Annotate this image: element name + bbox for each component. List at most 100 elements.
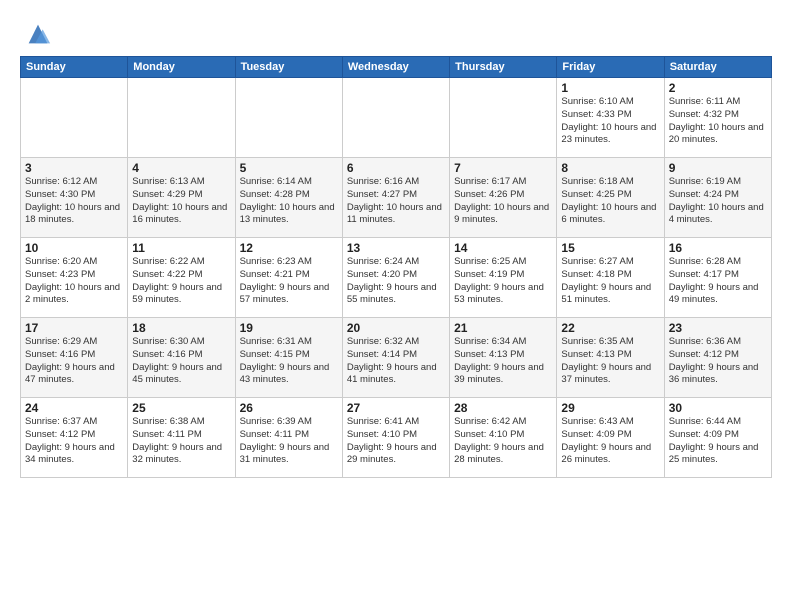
logo-icon bbox=[24, 20, 52, 48]
day-number: 28 bbox=[454, 401, 552, 415]
weekday-header: Friday bbox=[557, 57, 664, 78]
day-info: Sunrise: 6:27 AM Sunset: 4:18 PM Dayligh… bbox=[561, 256, 659, 307]
day-info: Sunrise: 6:34 AM Sunset: 4:13 PM Dayligh… bbox=[454, 336, 552, 387]
calendar-week-row: 24Sunrise: 6:37 AM Sunset: 4:12 PM Dayli… bbox=[21, 398, 772, 478]
calendar-cell: 25Sunrise: 6:38 AM Sunset: 4:11 PM Dayli… bbox=[128, 398, 235, 478]
day-number: 9 bbox=[669, 161, 767, 175]
day-info: Sunrise: 6:17 AM Sunset: 4:26 PM Dayligh… bbox=[454, 176, 552, 227]
calendar-cell: 18Sunrise: 6:30 AM Sunset: 4:16 PM Dayli… bbox=[128, 318, 235, 398]
day-info: Sunrise: 6:43 AM Sunset: 4:09 PM Dayligh… bbox=[561, 416, 659, 467]
calendar-cell bbox=[342, 78, 449, 158]
calendar-week-row: 17Sunrise: 6:29 AM Sunset: 4:16 PM Dayli… bbox=[21, 318, 772, 398]
day-number: 13 bbox=[347, 241, 445, 255]
day-info: Sunrise: 6:39 AM Sunset: 4:11 PM Dayligh… bbox=[240, 416, 338, 467]
day-number: 15 bbox=[561, 241, 659, 255]
day-number: 21 bbox=[454, 321, 552, 335]
calendar-cell: 19Sunrise: 6:31 AM Sunset: 4:15 PM Dayli… bbox=[235, 318, 342, 398]
calendar-cell bbox=[235, 78, 342, 158]
day-info: Sunrise: 6:42 AM Sunset: 4:10 PM Dayligh… bbox=[454, 416, 552, 467]
weekday-header: Monday bbox=[128, 57, 235, 78]
calendar: SundayMondayTuesdayWednesdayThursdayFrid… bbox=[20, 56, 772, 478]
calendar-cell: 21Sunrise: 6:34 AM Sunset: 4:13 PM Dayli… bbox=[450, 318, 557, 398]
calendar-cell: 4Sunrise: 6:13 AM Sunset: 4:29 PM Daylig… bbox=[128, 158, 235, 238]
day-number: 23 bbox=[669, 321, 767, 335]
day-number: 2 bbox=[669, 81, 767, 95]
day-number: 7 bbox=[454, 161, 552, 175]
logo bbox=[20, 20, 52, 48]
calendar-cell: 26Sunrise: 6:39 AM Sunset: 4:11 PM Dayli… bbox=[235, 398, 342, 478]
calendar-cell: 7Sunrise: 6:17 AM Sunset: 4:26 PM Daylig… bbox=[450, 158, 557, 238]
calendar-cell: 27Sunrise: 6:41 AM Sunset: 4:10 PM Dayli… bbox=[342, 398, 449, 478]
day-info: Sunrise: 6:20 AM Sunset: 4:23 PM Dayligh… bbox=[25, 256, 123, 307]
day-number: 12 bbox=[240, 241, 338, 255]
calendar-cell: 22Sunrise: 6:35 AM Sunset: 4:13 PM Dayli… bbox=[557, 318, 664, 398]
day-number: 25 bbox=[132, 401, 230, 415]
day-number: 16 bbox=[669, 241, 767, 255]
day-info: Sunrise: 6:44 AM Sunset: 4:09 PM Dayligh… bbox=[669, 416, 767, 467]
day-number: 17 bbox=[25, 321, 123, 335]
calendar-cell: 29Sunrise: 6:43 AM Sunset: 4:09 PM Dayli… bbox=[557, 398, 664, 478]
calendar-week-row: 10Sunrise: 6:20 AM Sunset: 4:23 PM Dayli… bbox=[21, 238, 772, 318]
day-info: Sunrise: 6:35 AM Sunset: 4:13 PM Dayligh… bbox=[561, 336, 659, 387]
day-number: 19 bbox=[240, 321, 338, 335]
day-info: Sunrise: 6:23 AM Sunset: 4:21 PM Dayligh… bbox=[240, 256, 338, 307]
calendar-week-row: 1Sunrise: 6:10 AM Sunset: 4:33 PM Daylig… bbox=[21, 78, 772, 158]
calendar-week-row: 3Sunrise: 6:12 AM Sunset: 4:30 PM Daylig… bbox=[21, 158, 772, 238]
calendar-cell: 12Sunrise: 6:23 AM Sunset: 4:21 PM Dayli… bbox=[235, 238, 342, 318]
calendar-cell: 3Sunrise: 6:12 AM Sunset: 4:30 PM Daylig… bbox=[21, 158, 128, 238]
calendar-cell: 6Sunrise: 6:16 AM Sunset: 4:27 PM Daylig… bbox=[342, 158, 449, 238]
day-number: 30 bbox=[669, 401, 767, 415]
day-number: 1 bbox=[561, 81, 659, 95]
calendar-cell: 14Sunrise: 6:25 AM Sunset: 4:19 PM Dayli… bbox=[450, 238, 557, 318]
calendar-cell: 28Sunrise: 6:42 AM Sunset: 4:10 PM Dayli… bbox=[450, 398, 557, 478]
day-number: 6 bbox=[347, 161, 445, 175]
calendar-cell: 1Sunrise: 6:10 AM Sunset: 4:33 PM Daylig… bbox=[557, 78, 664, 158]
header bbox=[20, 16, 772, 48]
calendar-cell: 10Sunrise: 6:20 AM Sunset: 4:23 PM Dayli… bbox=[21, 238, 128, 318]
day-info: Sunrise: 6:41 AM Sunset: 4:10 PM Dayligh… bbox=[347, 416, 445, 467]
calendar-header-row: SundayMondayTuesdayWednesdayThursdayFrid… bbox=[21, 57, 772, 78]
day-number: 4 bbox=[132, 161, 230, 175]
calendar-cell: 8Sunrise: 6:18 AM Sunset: 4:25 PM Daylig… bbox=[557, 158, 664, 238]
day-info: Sunrise: 6:19 AM Sunset: 4:24 PM Dayligh… bbox=[669, 176, 767, 227]
day-info: Sunrise: 6:38 AM Sunset: 4:11 PM Dayligh… bbox=[132, 416, 230, 467]
day-info: Sunrise: 6:25 AM Sunset: 4:19 PM Dayligh… bbox=[454, 256, 552, 307]
calendar-cell: 15Sunrise: 6:27 AM Sunset: 4:18 PM Dayli… bbox=[557, 238, 664, 318]
day-number: 27 bbox=[347, 401, 445, 415]
day-number: 26 bbox=[240, 401, 338, 415]
day-info: Sunrise: 6:16 AM Sunset: 4:27 PM Dayligh… bbox=[347, 176, 445, 227]
calendar-cell: 16Sunrise: 6:28 AM Sunset: 4:17 PM Dayli… bbox=[664, 238, 771, 318]
weekday-header: Saturday bbox=[664, 57, 771, 78]
day-number: 22 bbox=[561, 321, 659, 335]
day-info: Sunrise: 6:29 AM Sunset: 4:16 PM Dayligh… bbox=[25, 336, 123, 387]
weekday-header: Tuesday bbox=[235, 57, 342, 78]
calendar-cell: 13Sunrise: 6:24 AM Sunset: 4:20 PM Dayli… bbox=[342, 238, 449, 318]
day-number: 14 bbox=[454, 241, 552, 255]
calendar-cell bbox=[21, 78, 128, 158]
calendar-cell bbox=[450, 78, 557, 158]
day-number: 11 bbox=[132, 241, 230, 255]
day-number: 18 bbox=[132, 321, 230, 335]
weekday-header: Thursday bbox=[450, 57, 557, 78]
day-info: Sunrise: 6:22 AM Sunset: 4:22 PM Dayligh… bbox=[132, 256, 230, 307]
day-number: 24 bbox=[25, 401, 123, 415]
calendar-cell: 30Sunrise: 6:44 AM Sunset: 4:09 PM Dayli… bbox=[664, 398, 771, 478]
calendar-cell: 2Sunrise: 6:11 AM Sunset: 4:32 PM Daylig… bbox=[664, 78, 771, 158]
day-number: 20 bbox=[347, 321, 445, 335]
day-info: Sunrise: 6:31 AM Sunset: 4:15 PM Dayligh… bbox=[240, 336, 338, 387]
calendar-cell: 20Sunrise: 6:32 AM Sunset: 4:14 PM Dayli… bbox=[342, 318, 449, 398]
day-info: Sunrise: 6:37 AM Sunset: 4:12 PM Dayligh… bbox=[25, 416, 123, 467]
calendar-cell: 24Sunrise: 6:37 AM Sunset: 4:12 PM Dayli… bbox=[21, 398, 128, 478]
calendar-cell: 17Sunrise: 6:29 AM Sunset: 4:16 PM Dayli… bbox=[21, 318, 128, 398]
calendar-cell: 11Sunrise: 6:22 AM Sunset: 4:22 PM Dayli… bbox=[128, 238, 235, 318]
day-info: Sunrise: 6:10 AM Sunset: 4:33 PM Dayligh… bbox=[561, 96, 659, 147]
day-number: 5 bbox=[240, 161, 338, 175]
day-number: 3 bbox=[25, 161, 123, 175]
day-info: Sunrise: 6:11 AM Sunset: 4:32 PM Dayligh… bbox=[669, 96, 767, 147]
day-info: Sunrise: 6:18 AM Sunset: 4:25 PM Dayligh… bbox=[561, 176, 659, 227]
day-info: Sunrise: 6:24 AM Sunset: 4:20 PM Dayligh… bbox=[347, 256, 445, 307]
day-info: Sunrise: 6:28 AM Sunset: 4:17 PM Dayligh… bbox=[669, 256, 767, 307]
calendar-cell: 5Sunrise: 6:14 AM Sunset: 4:28 PM Daylig… bbox=[235, 158, 342, 238]
day-number: 29 bbox=[561, 401, 659, 415]
calendar-cell bbox=[128, 78, 235, 158]
